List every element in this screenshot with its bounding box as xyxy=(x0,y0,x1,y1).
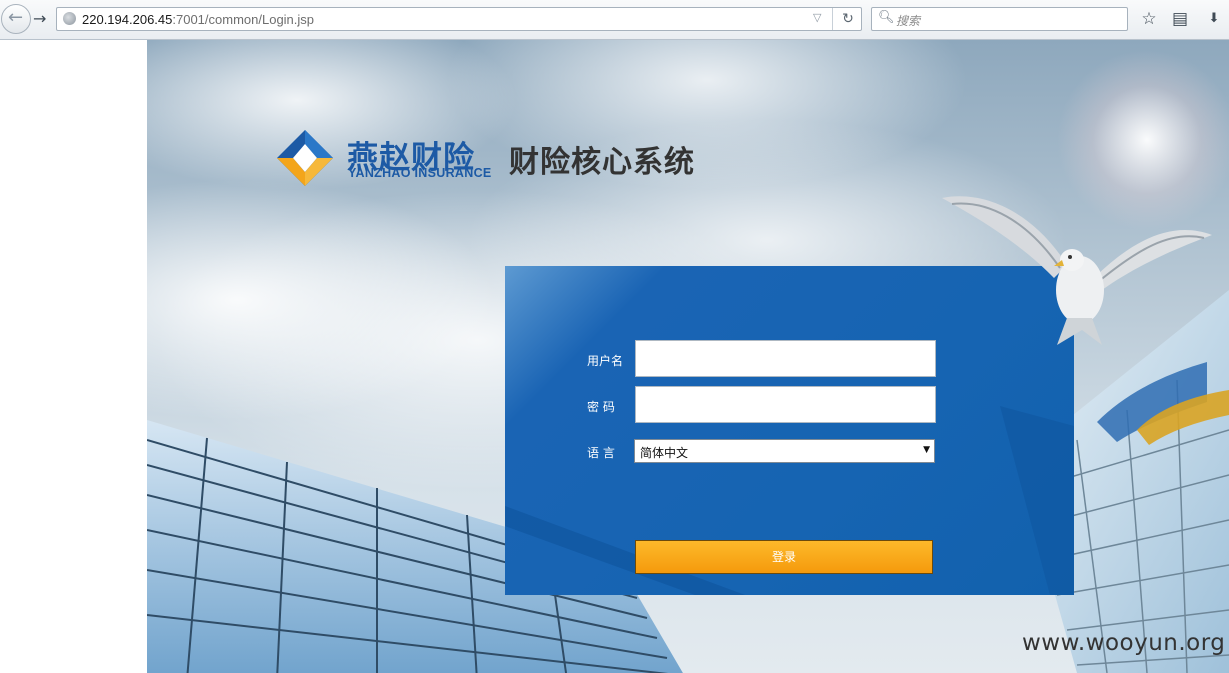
chevron-down-icon[interactable]: ▼ xyxy=(923,445,930,455)
address-bar[interactable]: 220.194.206.45:7001/common/Login.jsp ▽ ↻ xyxy=(56,7,862,31)
url-text[interactable]: 220.194.206.45:7001/common/Login.jsp xyxy=(82,12,314,27)
pocket-icon[interactable]: ⬇ xyxy=(1203,8,1225,30)
history-dropdown-icon[interactable]: ▽ xyxy=(813,11,821,24)
language-selected-value: 简体中文 xyxy=(640,446,689,460)
username-label: 用户名 xyxy=(587,354,624,368)
login-page: 燕赵财险 YANZHAO INSURANCE 财险核心系统 用户名 密 码 语 … xyxy=(147,40,1229,673)
url-host: 220.194.206.45 xyxy=(82,12,173,27)
brand-name-en: YANZHAO INSURANCE xyxy=(348,166,492,180)
url-path: :7001/common/Login.jsp xyxy=(172,12,315,27)
watermark-text: www.wooyun.org xyxy=(1022,630,1226,656)
browser-toolbar: ← → 220.194.206.45:7001/common/Login.jsp… xyxy=(0,0,1229,40)
language-label: 语 言 xyxy=(587,446,615,460)
system-title: 财险核心系统 xyxy=(509,145,695,180)
back-arrow-icon: ← xyxy=(8,7,24,28)
back-button[interactable]: ← xyxy=(1,4,31,34)
company-logo-icon xyxy=(277,130,333,186)
password-label: 密 码 xyxy=(587,400,615,414)
login-button[interactable]: 登录 xyxy=(635,540,933,574)
bookmarks-menu-icon[interactable]: ▤ xyxy=(1169,8,1191,30)
language-select[interactable]: 简体中文 ▼ xyxy=(634,439,935,463)
search-placeholder: 搜索 xyxy=(896,14,921,28)
username-input[interactable] xyxy=(635,340,936,377)
bookmark-star-icon[interactable]: ☆ xyxy=(1138,8,1160,30)
search-icon: 🔍︎ xyxy=(878,10,895,25)
forward-arrow-icon[interactable]: → xyxy=(33,9,51,29)
search-bar[interactable]: 🔍︎ 搜索 xyxy=(871,7,1128,31)
password-input[interactable] xyxy=(635,386,936,423)
reload-icon[interactable]: ↻ xyxy=(832,8,863,30)
globe-icon xyxy=(63,12,76,25)
seagull-image xyxy=(942,196,1212,345)
